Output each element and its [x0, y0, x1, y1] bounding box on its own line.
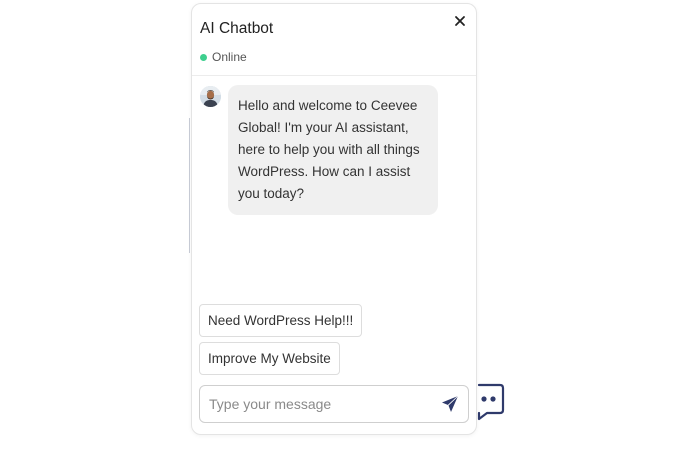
bot-message: Hello and welcome to Ceevee Global! I'm …	[228, 85, 438, 215]
quick-reply-improve-website[interactable]: Improve My Website	[199, 342, 340, 375]
quick-reply-wordpress-help[interactable]: Need WordPress Help!!!	[199, 304, 363, 337]
send-icon	[442, 395, 459, 412]
chat-launcher-button[interactable]	[470, 382, 506, 422]
person-avatar-icon	[200, 86, 221, 107]
chat-window: AI Chatbot Online Hello and welcome to C…	[191, 3, 477, 435]
status-text: Online	[212, 50, 247, 64]
background-edge	[189, 118, 190, 253]
chat-title: AI Chatbot	[200, 20, 274, 37]
close-icon	[455, 16, 465, 26]
chat-header: AI Chatbot Online	[192, 4, 476, 76]
message-composer	[199, 385, 469, 423]
send-button[interactable]	[441, 395, 459, 413]
close-button[interactable]	[452, 13, 468, 29]
online-dot	[200, 53, 207, 61]
bot-avatar	[200, 86, 221, 107]
message-input[interactable]	[209, 386, 434, 422]
status-indicator: Online	[200, 50, 247, 64]
chat-bubble-icon	[477, 383, 505, 421]
page: AI Chatbot Online Hello and welcome to C…	[0, 0, 700, 450]
